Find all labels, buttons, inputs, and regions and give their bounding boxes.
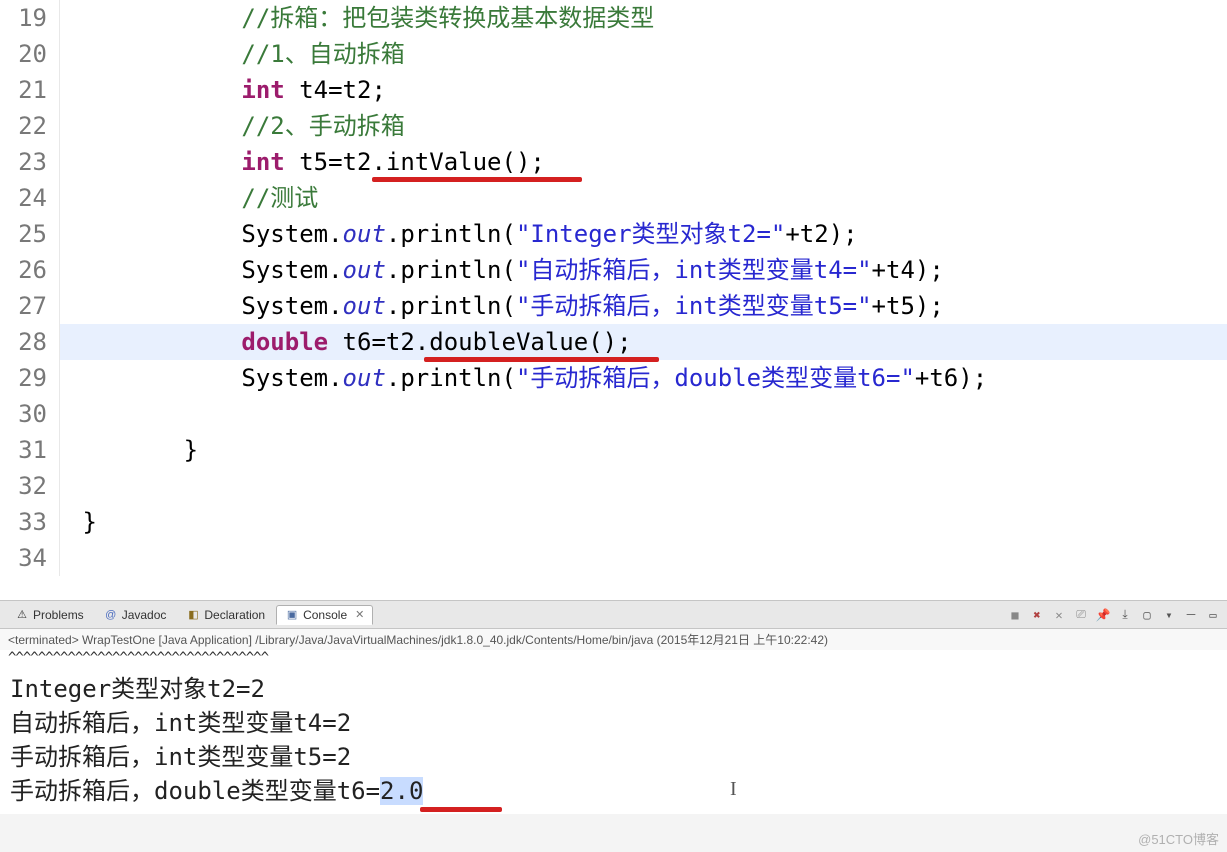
- tab-label: Problems: [33, 608, 84, 622]
- code-line[interactable]: 29 System.out.println("手动拆箱后，double类型变量t…: [0, 360, 1227, 396]
- line-number: 24: [0, 180, 60, 216]
- code-line[interactable]: 22 //2、手动拆箱: [0, 108, 1227, 144]
- code-line[interactable]: 33 }: [0, 504, 1227, 540]
- line-number: 34: [0, 540, 60, 576]
- pin-button[interactable]: 📌: [1095, 607, 1111, 623]
- scroll-lock-button[interactable]: ⤓: [1117, 607, 1133, 623]
- console-line: Integer类型对象t2=2: [10, 672, 1217, 706]
- terminated-info: <terminated> WrapTestOne [Java Applicati…: [0, 629, 1227, 650]
- code-line[interactable]: 34: [0, 540, 1227, 576]
- code-line[interactable]: 30: [0, 396, 1227, 432]
- separator-wave: ^^^^^^^^^^^^^^^^^^^^^^^^^^^^^^^^^^^: [0, 650, 1227, 666]
- code-text: //1、自动拆箱: [60, 36, 405, 72]
- line-number: 27: [0, 288, 60, 324]
- code-text: //拆箱：把包装类转换成基本数据类型: [60, 0, 654, 36]
- code-text: System.out.println("自动拆箱后，int类型变量t4="+t4…: [60, 252, 944, 288]
- display-selected-button[interactable]: ▢: [1139, 607, 1155, 623]
- tab-label: Declaration: [204, 608, 265, 622]
- line-number: 25: [0, 216, 60, 252]
- code-text: }: [60, 432, 198, 468]
- code-text: double t6=t2.doubleValue();: [60, 324, 632, 360]
- line-number: 31: [0, 432, 60, 468]
- code-text: //2、手动拆箱: [60, 108, 405, 144]
- javadoc-icon: @: [104, 608, 118, 622]
- maximize-button[interactable]: ▭: [1205, 607, 1221, 623]
- line-number: 32: [0, 468, 60, 504]
- line-number: 21: [0, 72, 60, 108]
- remove-launch-button[interactable]: ✖: [1029, 607, 1045, 623]
- code-text: int t5=t2.intValue();: [60, 144, 545, 180]
- code-line[interactable]: 24 //测试: [0, 180, 1227, 216]
- line-number: 30: [0, 396, 60, 432]
- code-text: int t4=t2;: [60, 72, 386, 108]
- problems-icon: ⚠: [15, 608, 29, 622]
- bottom-panel: ⚠ Problems @ Javadoc ◧ Declaration ▣ Con…: [0, 600, 1227, 814]
- code-line[interactable]: 28 double t6=t2.doubleValue();: [0, 324, 1227, 360]
- annotation-underline: [372, 177, 582, 182]
- tab-label: Console: [303, 608, 347, 622]
- tab-declaration[interactable]: ◧ Declaration: [177, 605, 274, 625]
- remove-all-terminated-button[interactable]: ✕: [1051, 607, 1067, 623]
- watermark: @51CTO博客: [1138, 829, 1219, 848]
- console-line: 手动拆箱后，int类型变量t5=2: [10, 740, 1217, 774]
- console-output[interactable]: Integer类型对象t2=2 自动拆箱后，int类型变量t4=2 手动拆箱后，…: [0, 666, 1227, 814]
- code-line[interactable]: 19 //拆箱：把包装类转换成基本数据类型: [0, 0, 1227, 36]
- tab-console[interactable]: ▣ Console ✕: [276, 605, 373, 625]
- code-text: //测试: [60, 180, 318, 216]
- code-text: System.out.println("手动拆箱后，double类型变量t6="…: [60, 360, 987, 396]
- declaration-icon: ◧: [186, 608, 200, 622]
- line-number: 22: [0, 108, 60, 144]
- selected-text: 2.0: [380, 777, 423, 805]
- console-line: 手动拆箱后，double类型变量t6=2.0: [10, 774, 1217, 808]
- line-number: 26: [0, 252, 60, 288]
- code-line[interactable]: 21 int t4=t2;: [0, 72, 1227, 108]
- line-number: 20: [0, 36, 60, 72]
- code-line[interactable]: 20 //1、自动拆箱: [0, 36, 1227, 72]
- text-cursor-icon: I: [730, 772, 737, 806]
- console-icon: ▣: [285, 608, 299, 622]
- code-line[interactable]: 31 }: [0, 432, 1227, 468]
- console-toolbar: ■ ✖ ✕ ⎚ 📌 ⤓ ▢ ▾ － ▭: [1007, 607, 1221, 623]
- line-number: 33: [0, 504, 60, 540]
- tabs-row: ⚠ Problems @ Javadoc ◧ Declaration ▣ Con…: [0, 601, 1227, 629]
- code-line[interactable]: 23 int t5=t2.intValue();: [0, 144, 1227, 180]
- code-line[interactable]: 27 System.out.println("手动拆箱后，int类型变量t5="…: [0, 288, 1227, 324]
- tab-problems[interactable]: ⚠ Problems: [6, 605, 93, 625]
- code-editor[interactable]: 19 //拆箱：把包装类转换成基本数据类型20 //1、自动拆箱21 int t…: [0, 0, 1227, 600]
- tab-javadoc[interactable]: @ Javadoc: [95, 605, 176, 625]
- line-number: 23: [0, 144, 60, 180]
- code-text: System.out.println("Integer类型对象t2="+t2);: [60, 216, 858, 252]
- console-line: 自动拆箱后，int类型变量t4=2: [10, 706, 1217, 740]
- code-line[interactable]: 26 System.out.println("自动拆箱后，int类型变量t4="…: [0, 252, 1227, 288]
- line-number: 28: [0, 324, 60, 360]
- code-text: System.out.println("手动拆箱后，int类型变量t5="+t5…: [60, 288, 944, 324]
- remove-all-button[interactable]: ■: [1007, 607, 1023, 623]
- minimize-button[interactable]: －: [1183, 607, 1199, 623]
- clear-button[interactable]: ⎚: [1073, 607, 1089, 623]
- code-text: }: [60, 504, 97, 540]
- open-console-dropdown[interactable]: ▾: [1161, 607, 1177, 623]
- tab-label: Javadoc: [122, 608, 167, 622]
- code-line[interactable]: 32: [0, 468, 1227, 504]
- tab-close[interactable]: ✕: [355, 608, 364, 621]
- annotation-underline: [420, 807, 502, 812]
- line-number: 29: [0, 360, 60, 396]
- code-line[interactable]: 25 System.out.println("Integer类型对象t2="+t…: [0, 216, 1227, 252]
- line-number: 19: [0, 0, 60, 36]
